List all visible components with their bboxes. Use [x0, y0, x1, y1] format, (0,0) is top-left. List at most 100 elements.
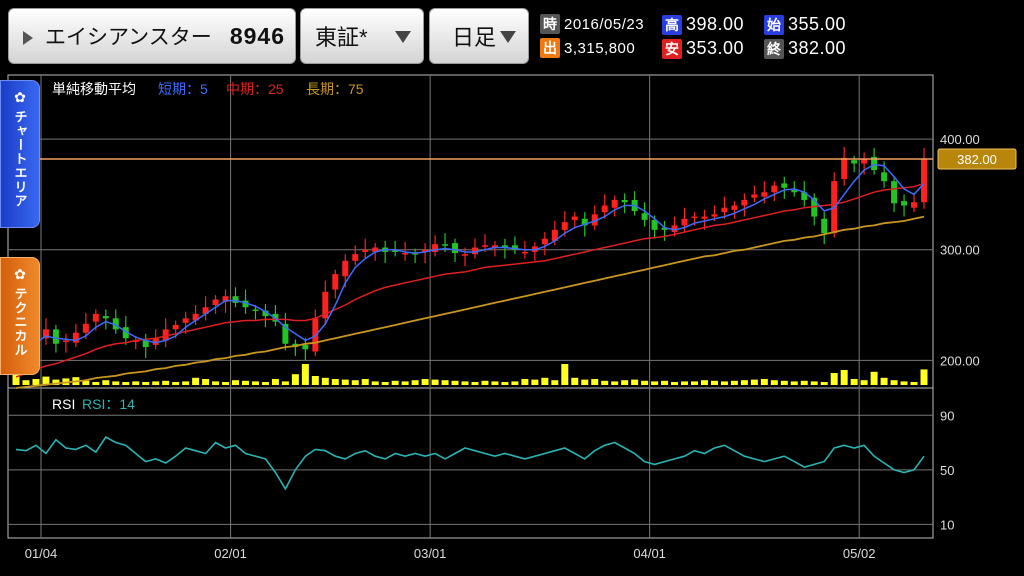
chart-area-tab[interactable]: ✿ チャートエリア: [0, 80, 40, 228]
volume-bar: [152, 381, 160, 385]
volume-bar: [840, 370, 848, 385]
price-tick-label: 300.00: [940, 243, 980, 258]
volume-bar: [371, 381, 379, 385]
candle-body: [641, 213, 648, 220]
date-tick-label: 02/01: [214, 546, 247, 561]
volume-bar: [551, 380, 559, 385]
volume-bar: [361, 379, 369, 385]
volume-bar: [661, 380, 669, 385]
volume-bar: [441, 380, 449, 385]
gear-icon: ✿: [14, 266, 26, 282]
grid-lines: [8, 75, 933, 538]
sma-legend-short: 短期：5: [158, 81, 208, 97]
candle-body: [701, 216, 708, 219]
volume-bar: [192, 377, 200, 385]
candle-body: [332, 274, 339, 290]
chart-area-tab-label: チャートエリア: [12, 110, 28, 208]
candle-body: [891, 181, 898, 204]
volume-bar: [391, 380, 399, 385]
volume-bar: [401, 381, 409, 385]
candle-body: [611, 199, 618, 208]
volume-bar: [820, 382, 828, 385]
volume-bar: [351, 380, 359, 385]
volume-bar: [890, 380, 898, 385]
candle-body: [621, 199, 628, 203]
volume-bar: [431, 379, 439, 385]
volume-bar: [621, 380, 629, 385]
volume-bar: [122, 382, 130, 385]
volume-bars: [12, 364, 928, 385]
candle-body: [761, 192, 768, 197]
candle-body: [452, 243, 459, 254]
candle-body: [541, 238, 548, 245]
date-tick-label: 05/02: [843, 546, 876, 561]
volume-bar: [501, 382, 509, 385]
volume-bar: [790, 381, 798, 385]
volume-bar: [132, 381, 140, 385]
volume-bar: [591, 379, 599, 385]
volume-bar: [321, 377, 329, 385]
candle-body: [172, 324, 179, 330]
candle-body: [781, 183, 788, 188]
candle-body: [521, 251, 528, 254]
volume-bar: [531, 379, 539, 385]
volume-bar: [481, 380, 489, 385]
volume-bar: [222, 382, 230, 385]
candle-body: [62, 340, 69, 342]
volume-bar: [411, 380, 419, 385]
volume-bar: [910, 382, 918, 385]
volume-bar: [730, 380, 738, 385]
technical-tab[interactable]: ✿ テクニカル: [0, 257, 40, 375]
volume-bar: [162, 380, 170, 385]
candle-body: [851, 160, 858, 164]
ma-mid-line: [15, 182, 925, 378]
date-tick-label: 04/01: [633, 546, 666, 561]
candle-body: [52, 329, 59, 344]
candle-body: [342, 260, 349, 277]
volume-bar: [381, 382, 389, 385]
current-price-label: 382.00: [957, 152, 997, 167]
volume-bar: [920, 369, 928, 385]
candle-body: [681, 218, 688, 226]
candle-body: [442, 244, 449, 246]
candle-body: [481, 245, 488, 247]
candle-body: [462, 254, 469, 256]
volume-bar: [581, 379, 589, 385]
volume-bar: [700, 380, 708, 385]
volume-bar: [471, 382, 479, 385]
volume-bar: [601, 380, 609, 385]
gear-icon: ✿: [14, 89, 26, 105]
candle-body: [821, 218, 828, 234]
volume-bar: [641, 380, 649, 385]
volume-bar: [810, 381, 818, 385]
volume-bar: [770, 380, 778, 385]
volume-bar: [870, 371, 878, 385]
volume-bar: [720, 381, 728, 385]
candle-body: [182, 318, 189, 323]
moving-average-lines: [15, 163, 925, 389]
volume-bar: [202, 379, 210, 385]
rsi-tick-label: 90: [940, 408, 954, 423]
volume-bar: [740, 380, 748, 385]
candle-body: [841, 157, 848, 179]
volume-bar: [22, 380, 30, 385]
candle-body: [561, 222, 568, 230]
ma-short-line: [15, 163, 925, 359]
volume-bar: [671, 382, 679, 385]
candle-body: [212, 299, 219, 306]
stock-chart[interactable]: 400.00 300.00 200.00 90 50 10 01/04 02/01 03/01 0…: [0, 0, 1024, 576]
candlesticks: [13, 146, 927, 371]
candle-body: [911, 202, 918, 208]
volume-bar: [261, 382, 269, 385]
volume-bar: [421, 379, 429, 385]
volume-bar: [800, 380, 808, 385]
volume-bar: [900, 381, 908, 385]
volume-bar: [311, 376, 319, 385]
volume-bar: [691, 381, 699, 385]
candle-body: [232, 296, 239, 303]
volume-bar: [850, 379, 858, 385]
volume-bar: [681, 381, 689, 385]
volume-bar: [760, 379, 768, 385]
volume-bar: [860, 380, 868, 385]
volume-bar: [301, 364, 309, 385]
